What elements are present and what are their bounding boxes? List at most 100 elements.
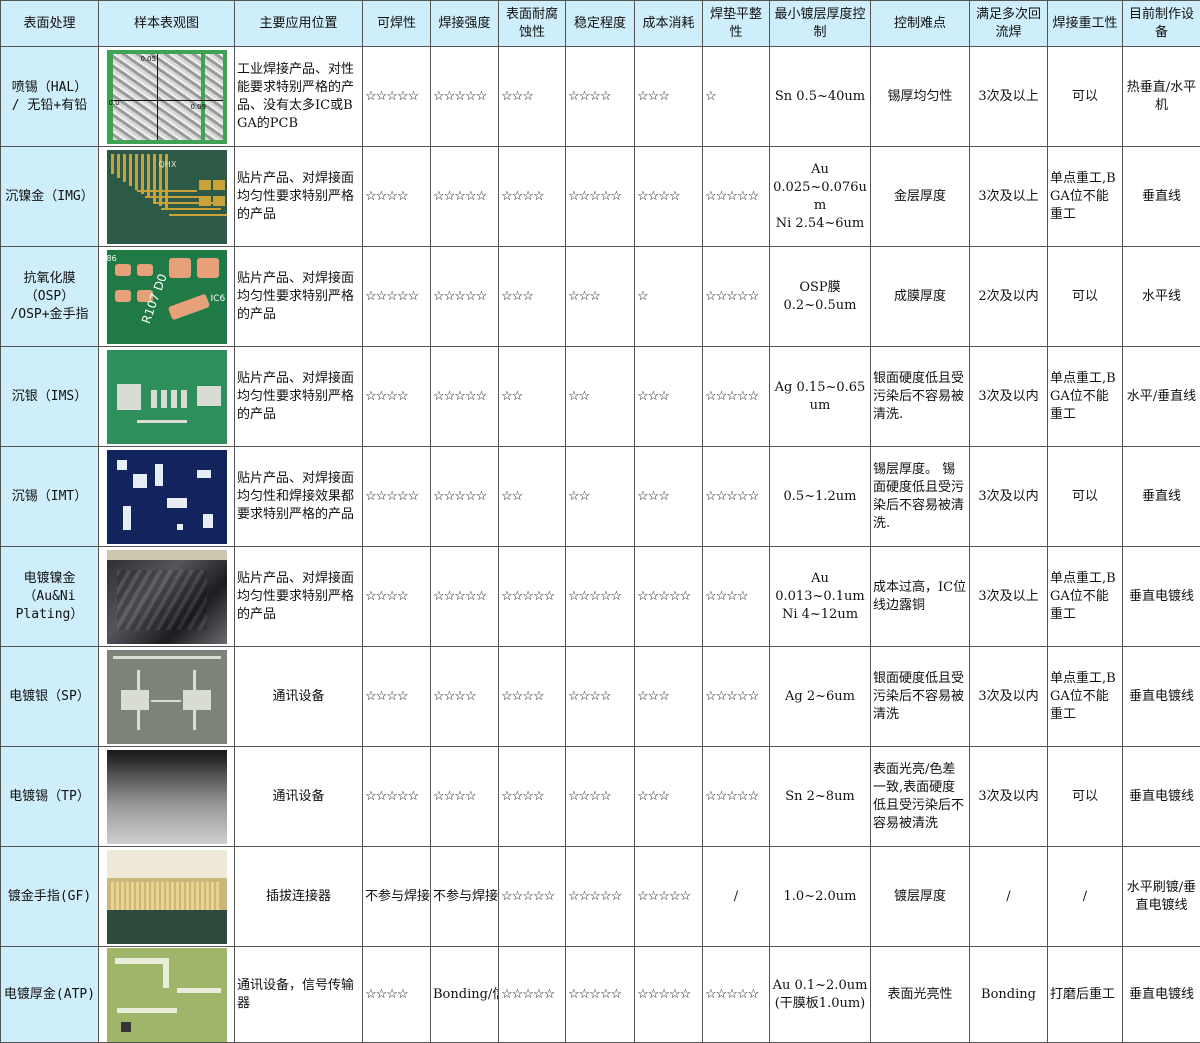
- cell-sample-image: 86 IC6 R107 D0: [98, 246, 235, 347]
- cell-corrosion: ☆☆☆☆☆: [498, 846, 566, 947]
- cell-solderability: ☆☆☆☆☆: [362, 46, 431, 147]
- cell-flatness: /: [702, 846, 770, 947]
- header-flatness: 焊垫平整性: [702, 0, 770, 47]
- treatment-name-line: 电镀厚金(ATP): [3, 986, 96, 1002]
- cell-reflow: 3次及以上: [969, 46, 1048, 147]
- cell-solder-strength: ☆☆☆☆☆: [430, 546, 499, 647]
- cell-cost: ☆☆☆: [634, 46, 703, 147]
- cell-flatness: ☆☆☆☆☆: [702, 646, 770, 747]
- header-rework: 焊接重工性: [1047, 0, 1123, 47]
- cell-reflow: 2次及以内: [969, 246, 1048, 347]
- cell-solder-strength: ☆☆☆☆☆: [430, 146, 499, 247]
- cell-flatness: ☆☆☆☆☆: [702, 446, 770, 547]
- photo-label: QHX: [158, 159, 177, 169]
- cell-sample-image: [98, 946, 235, 1043]
- cell-surface-treatment: 电镀镍金 （Au&Ni Plating）: [0, 546, 99, 647]
- treatment-name-line: 沉银（IMS）: [11, 388, 88, 404]
- header-cost: 成本消耗: [634, 0, 703, 47]
- cell-reflow: 3次及以内: [969, 646, 1048, 747]
- cell-flatness: ☆☆☆☆☆: [702, 746, 770, 847]
- cell-min-thickness: Au 0.1~2.0um (干膜板1.0um): [769, 946, 871, 1043]
- cell-rework: 可以: [1047, 446, 1123, 547]
- cell-application: 贴片产品、对焊接面均匀性和焊接效果都要求特别严格的产品: [234, 446, 363, 547]
- cell-min-thickness: Ag 0.15~0.65um: [769, 346, 871, 447]
- header-difficulty: 控制难点: [870, 0, 970, 47]
- header-solder-strength: 焊接强度: [430, 0, 499, 47]
- header-equipment: 目前制作设备: [1122, 0, 1200, 47]
- cell-equipment: 热垂直/水平机: [1122, 46, 1200, 147]
- table-row: 抗氧化膜 （OSP）/OSP+金手指 86 IC6 R107 D0 贴片产品、对焊接面均匀…: [0, 246, 1200, 347]
- cell-flatness: ☆: [702, 46, 770, 147]
- cell-stability: ☆☆☆☆: [565, 46, 635, 147]
- cell-stability: ☆☆☆☆☆: [565, 846, 635, 947]
- surface-treatment-table: 表面处理 样本表观图 主要应用位置 可焊性 焊接强度 表面耐腐蚀性 稳定程度 成…: [0, 0, 1200, 1043]
- thickness-line: 0.013~0.1um: [775, 588, 865, 604]
- cell-equipment: 垂直线: [1122, 146, 1200, 247]
- cell-stability: ☆☆☆: [565, 246, 635, 347]
- cell-min-thickness: Sn 2~8um: [769, 746, 871, 847]
- treatment-name-line: 电镀锡（TP）: [9, 788, 90, 804]
- thickness-line: OSP膜: [799, 279, 841, 295]
- cell-min-thickness: Sn 0.5~40um: [769, 46, 871, 147]
- treatment-name-line: / 无铅+有铅: [11, 97, 88, 113]
- cell-difficulty: 金层厚度: [870, 146, 970, 247]
- cell-difficulty: 成本过高，IC位线边露铜: [870, 546, 970, 647]
- cell-solder-strength: ☆☆☆☆☆: [430, 346, 499, 447]
- cell-application: 通讯设备: [234, 646, 363, 747]
- treatment-name-line: 抗氧化膜: [23, 270, 76, 286]
- table-row: 电镀锡（TP） 通讯设备 ☆☆☆☆☆ ☆☆☆☆ ☆☆☆☆ ☆☆☆☆ ☆☆☆ ☆☆☆☆☆ Sn 2…: [0, 746, 1200, 847]
- cell-flatness: ☆☆☆☆☆: [702, 246, 770, 347]
- cell-stability: ☆☆☆☆☆: [565, 146, 635, 247]
- photo-label: 86: [106, 253, 117, 263]
- sample-photo: 0.05 0.0 0.09: [106, 49, 227, 144]
- cell-corrosion: ☆☆: [498, 346, 566, 447]
- cell-rework: 单点重工,BGA位不能重工: [1047, 346, 1123, 447]
- cell-flatness: ☆☆☆☆: [702, 546, 770, 647]
- table-row: 沉锡（IMT） 贴片产品、对焊接面均匀性和焊接效果都要求特别严格的产品 ☆☆☆☆☆ ☆…: [0, 446, 1200, 547]
- cell-difficulty: 成膜厚度: [870, 246, 970, 347]
- cell-flatness: ☆☆☆☆☆: [702, 146, 770, 247]
- cell-application: 贴片产品、对焊接面均匀性要求特别严格的产品: [234, 346, 363, 447]
- cell-sample-image: 0.05 0.0 0.09: [98, 46, 235, 147]
- cell-corrosion: ☆☆☆☆: [498, 646, 566, 747]
- cell-min-thickness: 0.5~1.2um: [769, 446, 871, 547]
- cell-corrosion: ☆☆☆☆: [498, 746, 566, 847]
- table-row: 镀金手指(GF) 插拔连接器 不参与焊接 不参与焊接 ☆☆☆☆☆ ☆☆☆☆☆ ☆☆☆☆☆/1…: [0, 846, 1200, 947]
- header-solderability: 可焊性: [362, 0, 431, 47]
- cell-cost: ☆☆☆☆☆: [634, 846, 703, 947]
- cell-stability: ☆☆: [565, 446, 635, 547]
- cell-equipment: 垂直电镀线: [1122, 746, 1200, 847]
- cell-sample-image: [98, 446, 235, 547]
- cell-surface-treatment: 抗氧化膜 （OSP） /OSP+金手指: [0, 246, 99, 347]
- cell-difficulty: 表面光亮/色差一致,表面硬度低且受污染后不容易被清洗: [870, 746, 970, 847]
- cell-reflow: 3次及以上: [969, 146, 1048, 247]
- cell-stability: ☆☆☆☆: [565, 746, 635, 847]
- table-row: 电镀镍金 （Au&Ni Plating） 贴片产品、对焊接面均匀性要求特别严格的产品 ☆…: [0, 546, 1200, 647]
- cell-flatness: ☆☆☆☆☆: [702, 946, 770, 1043]
- cell-surface-treatment: 沉锡（IMT）: [0, 446, 99, 547]
- cell-equipment: 水平刷镀/垂直电镀线: [1122, 846, 1200, 947]
- cell-corrosion: ☆☆☆☆☆: [498, 946, 566, 1043]
- cell-stability: ☆☆☆☆☆: [565, 546, 635, 647]
- treatment-name-line: /OSP+金手指: [10, 306, 89, 322]
- cell-corrosion: ☆☆☆☆: [498, 146, 566, 247]
- table-row: 喷锡（HAL） / 无铅+有铅 0.05 0.0 0.09 工业焊接产品、对性能要求特别严…: [0, 46, 1200, 147]
- thickness-line: 0.025~0.076um: [773, 179, 867, 213]
- cell-equipment: 垂直电镀线: [1122, 946, 1200, 1043]
- thickness-line: Sn 2~8um: [785, 788, 855, 804]
- cell-solderability: ☆☆☆☆: [362, 146, 431, 247]
- cell-corrosion: ☆☆: [498, 446, 566, 547]
- cell-difficulty: 银面硬度低且受污染后不容易被清洗: [870, 646, 970, 747]
- cell-sample-image: [98, 346, 235, 447]
- thickness-line: Ni 4~12um: [781, 606, 859, 622]
- sample-photo: [106, 449, 227, 544]
- cell-sample-image: [98, 546, 235, 647]
- cell-rework: 单点重工,BGA位不能重工: [1047, 146, 1123, 247]
- cell-min-thickness: Ag 2~6um: [769, 646, 871, 747]
- thickness-line: Sn 0.5~40um: [774, 88, 866, 104]
- header-min-thickness: 最小镀层厚度控制: [769, 0, 871, 47]
- cell-solderability: ☆☆☆☆: [362, 646, 431, 747]
- cell-solderability: ☆☆☆☆: [362, 346, 431, 447]
- cell-sample-image: QHX: [98, 146, 235, 247]
- cell-difficulty: 镀层厚度: [870, 846, 970, 947]
